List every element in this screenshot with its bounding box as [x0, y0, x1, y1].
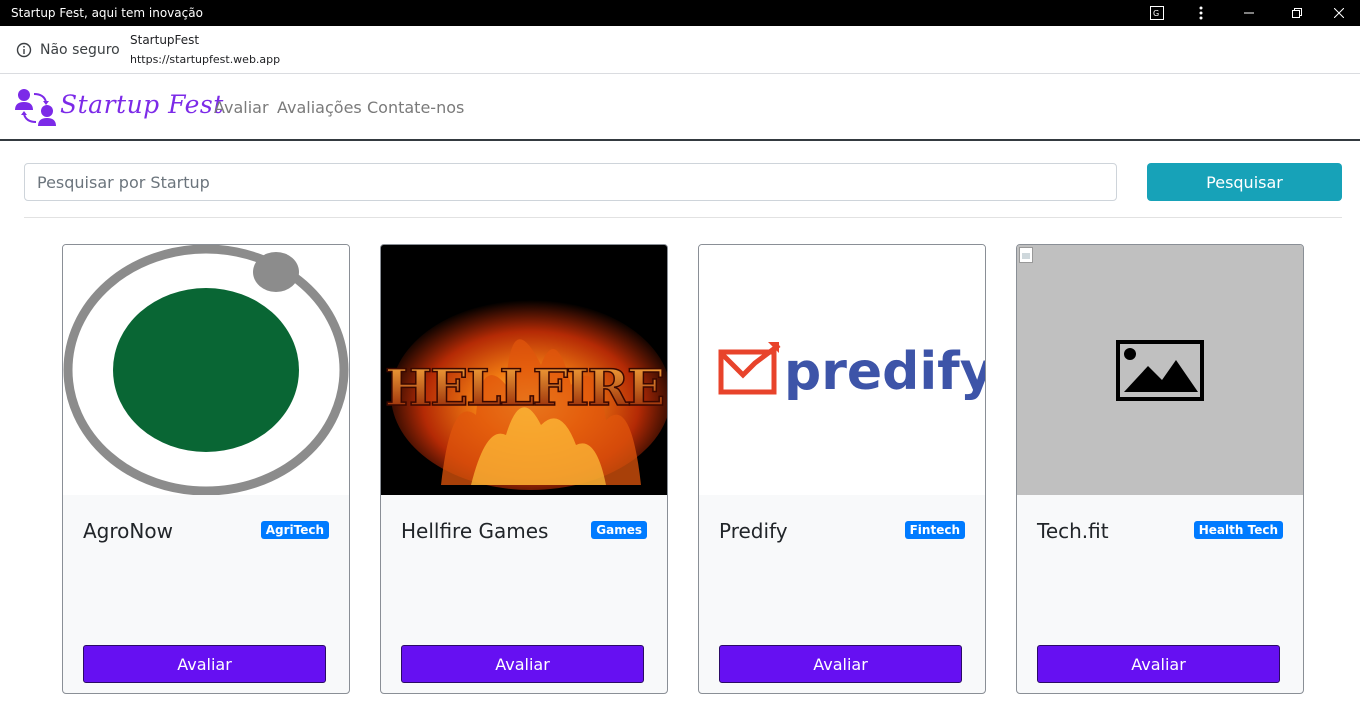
card-title: Hellfire Games — [401, 519, 549, 543]
card-title: AgroNow — [83, 519, 173, 543]
security-label[interactable]: Não seguro — [40, 42, 120, 58]
app-navbar: Startup Fest Avaliar Avaliações Contate-… — [0, 74, 1360, 141]
more-options-icon[interactable] — [1192, 0, 1210, 26]
agronow-logo — [63, 245, 349, 495]
category-badge: Health Tech — [1193, 521, 1283, 539]
broken-image-icon — [1019, 247, 1033, 268]
restore-icon[interactable] — [1284, 0, 1310, 26]
startup-card: HELLFIRE Hellfire Games Games Avaliar — [380, 244, 668, 694]
card-title: Predify — [719, 519, 788, 543]
evaluate-button[interactable]: Avaliar — [719, 645, 962, 683]
image-placeholder — [1017, 245, 1303, 495]
divider — [24, 217, 1342, 218]
brand-name[interactable]: Startup Fest — [60, 90, 224, 119]
minimize-icon[interactable] — [1236, 0, 1262, 26]
translate-icon[interactable]: G — [1148, 0, 1166, 26]
evaluate-button[interactable]: Avaliar — [83, 645, 326, 683]
predify-logo: predify — [699, 245, 985, 495]
category-badge: Games — [591, 521, 647, 539]
site-name: StartupFest — [130, 33, 200, 47]
nav-link-avaliar[interactable]: Avaliar — [214, 98, 269, 117]
users-logo-icon[interactable] — [14, 86, 58, 128]
window-titlebar: Startup Fest, aqui tem inovação G — [0, 0, 1360, 26]
evaluate-button[interactable]: Avaliar — [1037, 645, 1280, 683]
category-badge: Fintech — [904, 521, 965, 539]
search-button[interactable]: Pesquisar — [1147, 163, 1342, 201]
nav-link-avaliacoes[interactable]: Avaliações — [277, 98, 362, 117]
search-input[interactable] — [24, 163, 1117, 201]
evaluate-button[interactable]: Avaliar — [401, 645, 644, 683]
site-url[interactable]: https://startupfest.web.app — [130, 53, 280, 66]
predify-logo-text: predify — [784, 342, 985, 402]
info-icon[interactable] — [16, 42, 32, 58]
category-badge: AgriTech — [260, 521, 329, 539]
hellfire-logo: HELLFIRE — [381, 245, 667, 495]
svg-text:HELLFIRE: HELLFIRE — [385, 358, 663, 417]
window-title: Startup Fest, aqui tem inovação — [11, 6, 203, 20]
close-icon[interactable] — [1326, 0, 1352, 26]
card-title: Tech.fit — [1037, 519, 1109, 543]
startup-card: AgroNow AgriTech Avaliar — [62, 244, 350, 694]
nav-link-contate-nos[interactable]: Contate-nos — [367, 98, 464, 117]
startup-card: predify Predify Fintech Avaliar — [698, 244, 986, 694]
image-placeholder-icon — [1116, 340, 1204, 406]
address-bar: Não seguro StartupFest https://startupfe… — [0, 26, 1360, 74]
svg-text:G: G — [1153, 9, 1159, 18]
startup-card: Tech.fit Health Tech Avaliar — [1016, 244, 1304, 694]
